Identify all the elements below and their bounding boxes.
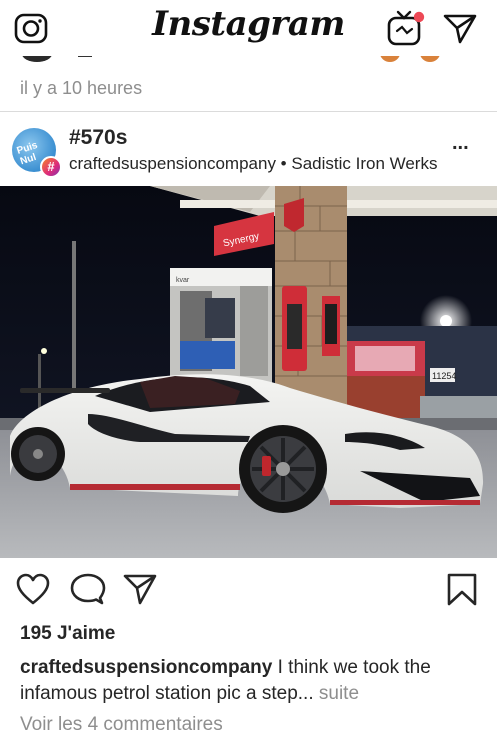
like-count[interactable]: 195 J'aime bbox=[20, 623, 115, 645]
direct-message-icon[interactable] bbox=[442, 11, 478, 45]
share-icon[interactable] bbox=[122, 572, 158, 606]
previous-post-remnant bbox=[0, 56, 497, 66]
hashtag-badge: # bbox=[40, 156, 62, 178]
caption-more-link[interactable]: suite bbox=[314, 683, 359, 704]
svg-text:kvar: kvar bbox=[176, 277, 190, 284]
top-navigation-bar: Instagram bbox=[0, 0, 497, 56]
caption-username[interactable]: craftedsuspensioncompany bbox=[20, 657, 272, 678]
post-caption: craftedsuspensioncompany I think we took… bbox=[20, 655, 480, 707]
comment-icon[interactable] bbox=[70, 572, 106, 606]
igtv-icon[interactable] bbox=[386, 9, 426, 47]
notification-dot-icon bbox=[413, 11, 425, 23]
more-options-button[interactable]: ... bbox=[452, 133, 482, 153]
post-account-location[interactable]: craftedsuspensioncompany • Sadistic Iron… bbox=[69, 154, 437, 174]
post-hashtag-title[interactable]: #570s bbox=[69, 126, 127, 150]
like-heart-icon[interactable] bbox=[15, 572, 51, 606]
post-photo[interactable]: 11254 kvar Synergy bbox=[0, 186, 497, 558]
divider bbox=[0, 111, 497, 112]
svg-text:11254: 11254 bbox=[432, 371, 456, 381]
previous-post-timestamp: il y a 10 heures bbox=[20, 78, 143, 98]
view-comments-link[interactable]: Voir les 4 commentaires bbox=[20, 714, 223, 736]
gas-station-car-image: 11254 kvar Synergy bbox=[0, 186, 497, 558]
bookmark-icon[interactable] bbox=[444, 572, 480, 606]
